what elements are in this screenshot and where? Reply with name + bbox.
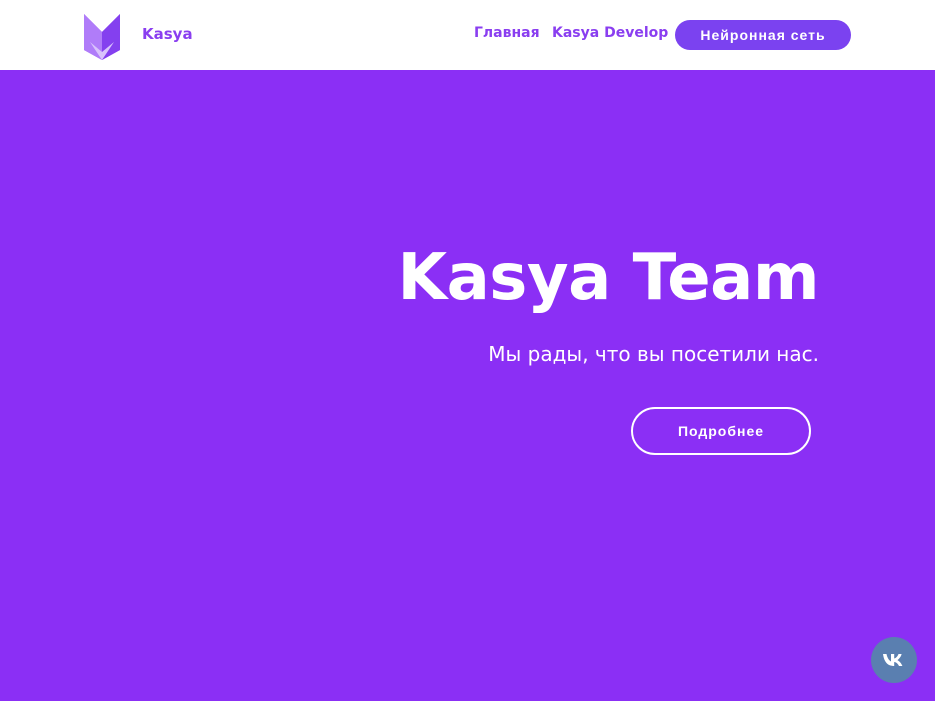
fox-logo-icon[interactable] xyxy=(82,12,122,62)
neural-network-button[interactable]: Нейронная сеть xyxy=(675,20,851,50)
vk-social-button[interactable] xyxy=(871,637,917,683)
nav-link-kasya-develop[interactable]: Kasya Develop xyxy=(552,25,668,41)
brand-name-link[interactable]: Kasya xyxy=(142,25,193,43)
nav-link-home[interactable]: Главная xyxy=(474,25,540,41)
hero-subtitle: Мы рады, что вы посетили нас. xyxy=(488,342,819,366)
top-navbar: Kasya Главная Kasya Develop Нейронная се… xyxy=(0,0,935,70)
page: Kasya Главная Kasya Develop Нейронная се… xyxy=(0,0,935,701)
more-info-button[interactable]: Подробнее xyxy=(631,407,811,455)
vk-icon xyxy=(883,654,903,666)
hero-title: Kasya Team xyxy=(397,241,820,315)
